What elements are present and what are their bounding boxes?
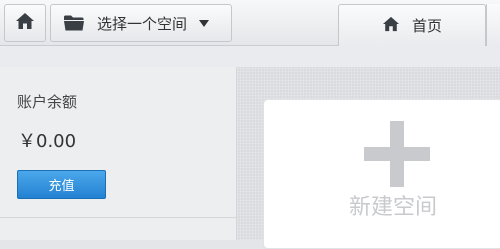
plus-icon-vertical [390, 121, 404, 187]
home-button[interactable] [4, 4, 46, 42]
folder-icon [63, 13, 85, 33]
panel-divider [0, 217, 236, 218]
home-icon [382, 16, 400, 36]
balance-label: 账户余额 [17, 93, 78, 111]
account-panel: 账户余额 ￥0.00 充值 [0, 67, 237, 240]
tab-home-label: 首页 [411, 17, 442, 35]
tab-partial[interactable] [486, 4, 500, 46]
recharge-button[interactable]: 充值 [17, 170, 106, 199]
caret-down-icon [199, 19, 210, 27]
tab-home[interactable]: 首页 [338, 4, 486, 46]
balance-value: ￥0.00 [18, 131, 77, 152]
new-space-label: 新建空间 [349, 195, 438, 220]
space-list-area: 新建空间 [237, 67, 500, 249]
toolbar-spacer [0, 46, 500, 67]
home-icon [15, 12, 35, 34]
new-space-card[interactable] [263, 99, 500, 249]
space-selector-label: 选择一个空间 [97, 14, 188, 33]
space-selector-dropdown[interactable]: 选择一个空间 [50, 4, 232, 42]
top-toolbar: 选择一个空间 首页 [0, 0, 500, 46]
